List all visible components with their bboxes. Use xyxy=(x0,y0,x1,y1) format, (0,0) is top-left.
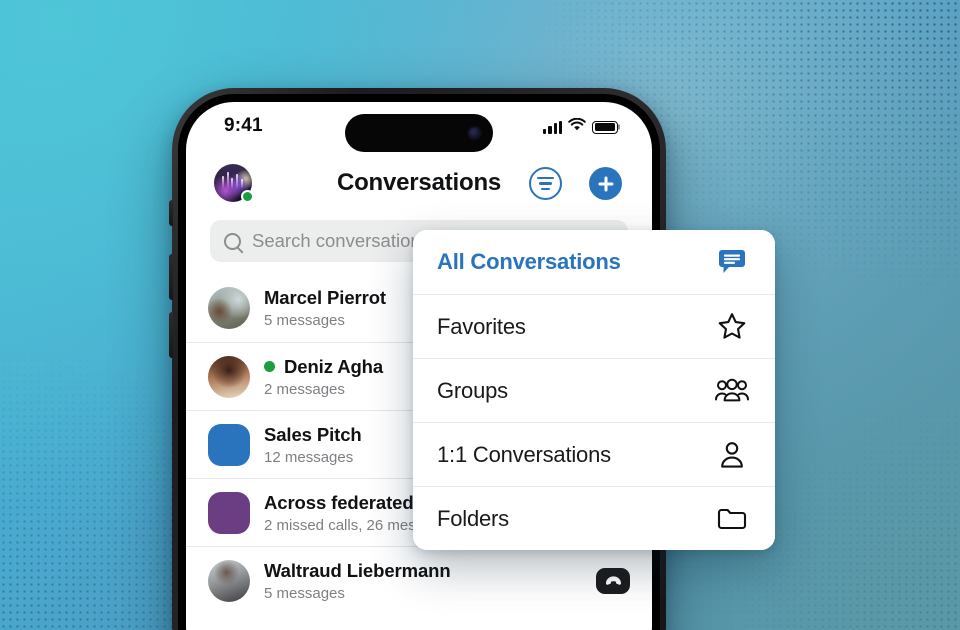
page-title: Conversations xyxy=(336,169,502,196)
front-camera-icon xyxy=(469,127,480,139)
search-placeholder: Search conversations xyxy=(252,230,430,251)
app-header: Conversations xyxy=(186,156,652,212)
conversation-subtitle: 5 messages xyxy=(264,584,345,602)
cellular-signal-icon xyxy=(543,120,562,134)
menu-item-label: Folders xyxy=(437,505,509,531)
menu-item-favorites[interactable]: Favorites xyxy=(413,294,775,358)
screenshot-stage: 9:41 Conversations Search conversations … xyxy=(0,0,960,630)
avatar xyxy=(208,423,250,466)
phone-silent-switch xyxy=(169,200,173,226)
conversation-name-label: Waltraud Liebermann xyxy=(264,559,451,581)
menu-item-groups[interactable]: Groups xyxy=(413,358,775,422)
menu-item-label: Favorites xyxy=(437,313,526,339)
status-bar-time: 9:41 xyxy=(224,115,263,136)
avatar xyxy=(208,287,250,329)
search-icon xyxy=(224,232,241,250)
conversation-name-label: Deniz Agha xyxy=(284,355,384,377)
compose-button[interactable] xyxy=(589,167,622,200)
battery-full-icon xyxy=(592,120,618,134)
conversation-name: Waltraud Liebermann xyxy=(264,560,596,582)
dynamic-island xyxy=(345,114,493,152)
conversation-name-label: Sales Pitch xyxy=(264,423,362,445)
filter-icon[interactable] xyxy=(529,167,562,200)
conversation-name-label: Across federated xyxy=(264,491,414,513)
menu-item-all-conversations[interactable]: All Conversations xyxy=(413,230,775,294)
avatar xyxy=(208,491,250,534)
avatar xyxy=(208,355,250,398)
wifi-icon xyxy=(568,117,586,136)
conversation-row[interactable]: Waltraud Liebermann 5 messages xyxy=(186,546,652,614)
phone-hangup-icon[interactable] xyxy=(596,567,630,594)
status-bar: 9:41 xyxy=(186,102,652,156)
menu-item-folders[interactable]: Folders xyxy=(413,486,775,550)
person-icon xyxy=(715,438,749,472)
conversation-filter-menu[interactable]: All Conversations Favorites Groups 1:1 Conv… xyxy=(413,230,775,550)
folder-icon xyxy=(715,502,749,536)
status-bar-indicators xyxy=(543,117,618,136)
menu-item-1-1-conversations[interactable]: 1:1 Conversations xyxy=(413,422,775,486)
conversation-name-label: Marcel Pierrot xyxy=(264,287,386,308)
menu-item-label: 1:1 Conversations xyxy=(437,441,611,467)
phone-volume-up-button xyxy=(169,254,173,300)
avatar xyxy=(208,559,250,602)
chat-bubble-icon xyxy=(715,245,749,279)
conversation-text: Waltraud Liebermann 5 messages xyxy=(264,560,596,602)
people-group-icon xyxy=(715,374,749,408)
menu-item-label: All Conversations xyxy=(437,249,621,274)
phone-volume-down-button xyxy=(169,312,173,358)
menu-item-label: Groups xyxy=(437,377,508,403)
presence-badge-online xyxy=(264,361,275,372)
star-icon xyxy=(715,310,749,344)
